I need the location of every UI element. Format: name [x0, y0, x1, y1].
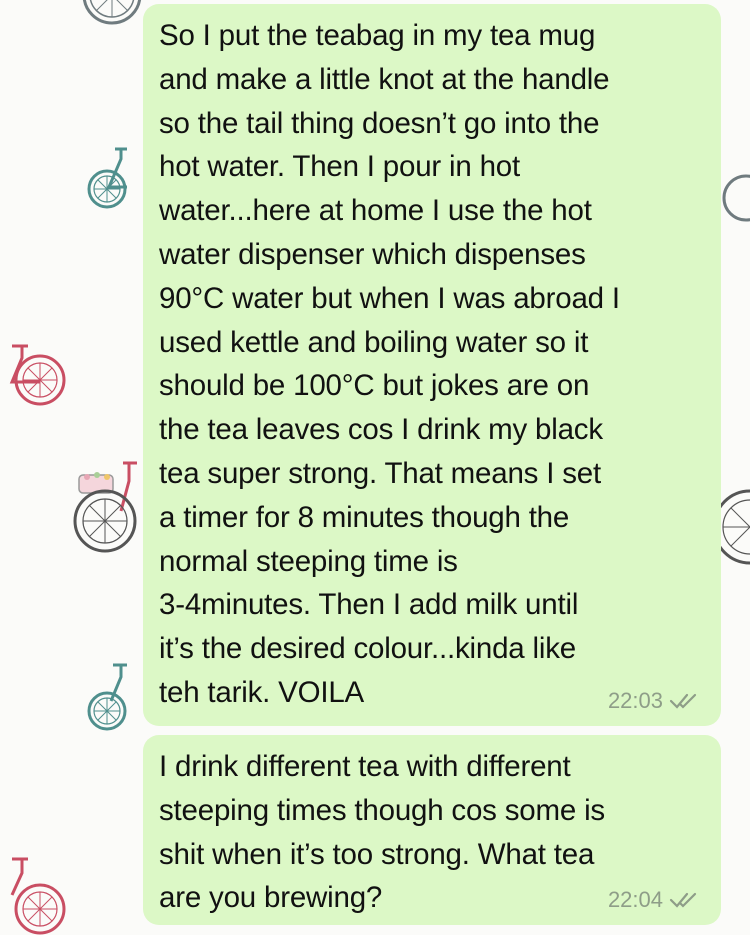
bicycle-icon	[10, 857, 66, 935]
message-meta: 22:04	[608, 887, 699, 913]
chat-message-bubble[interactable]: So I put the teabag in my tea mug and ma…	[143, 4, 721, 726]
message-time: 22:03	[607, 688, 663, 713]
bicycle-icon	[87, 147, 127, 209]
bicycle-icon	[82, 0, 142, 25]
bicycle-icon	[87, 663, 127, 731]
double-check-icon	[669, 693, 697, 709]
bicycle-icon	[9, 344, 66, 406]
message-time: 22:04	[607, 887, 663, 912]
message-text: So I put the teabag in my tea mug and ma…	[159, 19, 620, 709]
double-check-icon	[669, 892, 697, 908]
bicycle-icon	[73, 461, 137, 553]
chat-message-bubble[interactable]: I drink different tea with different ste…	[143, 735, 721, 925]
message-meta: 22:03	[608, 688, 699, 714]
